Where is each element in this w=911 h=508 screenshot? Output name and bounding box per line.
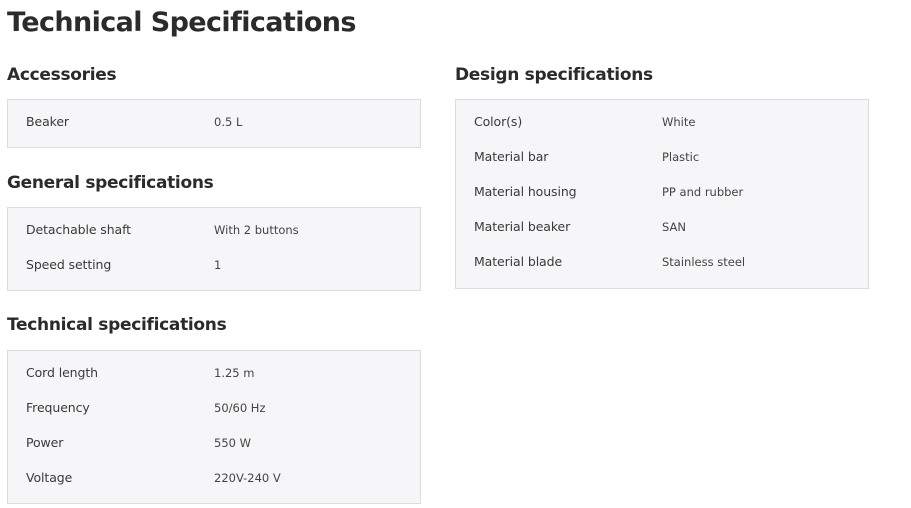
spec-row: Material blade Stainless steel [456, 246, 868, 281]
spec-value: 1.25 m [214, 366, 255, 380]
spec-value: Plastic [662, 150, 700, 164]
section-title-technical: Technical specifications [7, 315, 227, 335]
section-title-general: General specifications [7, 173, 214, 193]
spec-row: Material beaker SAN [456, 211, 868, 246]
spec-value: 0.5 L [214, 115, 243, 129]
spec-label: Speed setting [26, 257, 112, 272]
page-title: Technical Specifications [7, 7, 357, 38]
spec-row: Beaker 0.5 L [8, 106, 420, 141]
spec-value: 220V-240 V [214, 471, 281, 485]
spec-label: Material blade [474, 254, 563, 269]
spec-label: Material bar [474, 149, 549, 164]
spec-row: Voltage 220V-240 V [8, 462, 420, 497]
spec-label: Detachable shaft [26, 222, 131, 237]
spec-label: Power [26, 435, 64, 450]
spec-value: 550 W [214, 436, 251, 450]
spec-value: SAN [662, 220, 686, 234]
spec-value: 1 [214, 258, 222, 272]
spec-label: Frequency [26, 400, 90, 415]
spec-row: Material bar Plastic [456, 141, 868, 176]
spec-value: White [662, 115, 696, 129]
spec-value: PP and rubber [662, 185, 744, 199]
spec-value: With 2 buttons [214, 223, 299, 237]
spec-label: Material housing [474, 184, 577, 199]
spec-label: Voltage [26, 470, 73, 485]
spec-table-technical: Cord length 1.25 m Frequency 50/60 Hz Po… [7, 350, 421, 504]
spec-value: 50/60 Hz [214, 401, 266, 415]
spec-label: Color(s) [474, 114, 523, 129]
spec-row: Cord length 1.25 m [8, 357, 420, 392]
spec-table-design: Color(s) White Material bar Plastic Mate… [455, 99, 869, 289]
spec-table-accessories: Beaker 0.5 L [7, 99, 421, 148]
section-title-design: Design specifications [455, 65, 653, 85]
spec-row: Color(s) White [456, 106, 868, 141]
spec-label: Material beaker [474, 219, 571, 234]
spec-row: Detachable shaft With 2 buttons [8, 214, 420, 249]
spec-value: Stainless steel [662, 255, 746, 269]
spec-row: Frequency 50/60 Hz [8, 392, 420, 427]
spec-row: Power 550 W [8, 427, 420, 462]
spec-row: Material housing PP and rubber [456, 176, 868, 211]
spec-label: Beaker [26, 114, 69, 129]
spec-row: Speed setting 1 [8, 249, 420, 284]
section-title-accessories: Accessories [7, 65, 117, 85]
spec-table-general: Detachable shaft With 2 buttons Speed se… [7, 207, 421, 291]
spec-label: Cord length [26, 365, 98, 380]
